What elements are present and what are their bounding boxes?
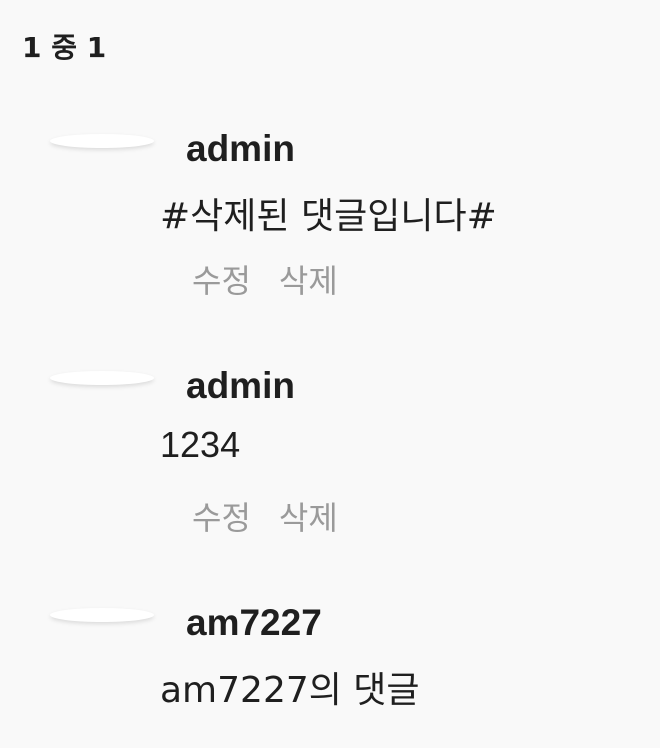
comment-author: admin [186, 128, 295, 169]
comment-content: #삭제된 댓글입니다# [160, 196, 497, 237]
page-counter: 1 중 1 [22, 31, 107, 64]
comment-content: 1234 [160, 424, 241, 465]
delete-button[interactable]: 삭제 [279, 493, 338, 539]
edit-button[interactable]: 수정 [192, 493, 251, 539]
comment-actions: 수정 삭제 [192, 256, 338, 302]
delete-button[interactable]: 삭제 [279, 256, 338, 302]
edit-button[interactable]: 수정 [192, 256, 251, 302]
avatar [50, 134, 154, 148]
comment-author: am7227 [186, 602, 322, 643]
comment-author: admin [186, 365, 295, 406]
comment-actions: 수정 삭제 [192, 493, 338, 539]
comment-content: am7227의 댓글 [160, 670, 420, 711]
avatar [50, 371, 154, 385]
avatar [50, 608, 154, 622]
